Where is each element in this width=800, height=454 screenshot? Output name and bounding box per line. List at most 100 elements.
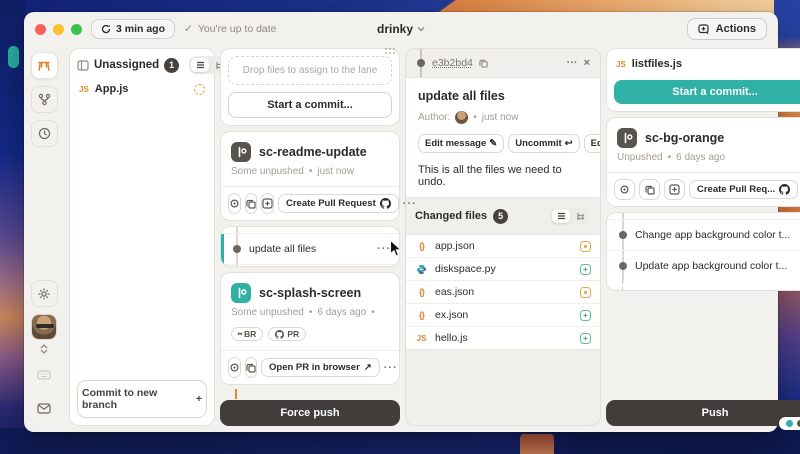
branches-tab-button[interactable]	[31, 86, 58, 113]
file-name: ex.json	[435, 309, 468, 321]
branch-actions: Create Pull Req... ···	[607, 172, 800, 206]
create-pr-label: Create Pull Req...	[697, 184, 775, 195]
start-commit-button[interactable]: Start a commit...	[614, 80, 800, 104]
wallpaper-left-band	[0, 0, 26, 454]
unassigned-title: Unassigned	[94, 59, 159, 71]
branch-more-button[interactable]: ···	[384, 362, 398, 374]
copy-branch-button[interactable]	[245, 193, 257, 214]
copy-sha-button[interactable]	[479, 59, 488, 68]
file-row[interactable]: {} app.json	[406, 235, 600, 257]
json-file-icon: {}	[415, 287, 428, 297]
history-tab-button[interactable]	[31, 120, 58, 147]
commit-to-new-branch-button[interactable]: Commit to new branch +	[77, 380, 207, 418]
project-switcher[interactable]: drinky	[377, 22, 425, 36]
sync-time-label: 3 min ago	[116, 23, 165, 35]
add-reviewer-button[interactable]	[261, 193, 274, 214]
commit-target-button[interactable]	[614, 179, 635, 200]
assigned-file-row[interactable]: JS listfiles.js +	[614, 56, 800, 73]
close-details-button[interactable]: ×	[584, 57, 590, 69]
unassigned-file-row[interactable]: JS App.js	[77, 74, 207, 99]
settings-button[interactable]	[31, 280, 58, 307]
force-push-button[interactable]: Force push	[220, 400, 400, 426]
user-avatar[interactable]	[31, 314, 57, 340]
uncommit-button[interactable]: Uncommit ↩	[508, 134, 579, 153]
copy-branch-button[interactable]	[639, 179, 660, 200]
sync-status-button[interactable]: 3 min ago	[91, 19, 175, 39]
unassigned-header: Unassigned 1	[77, 56, 207, 74]
push-button[interactable]: Push	[606, 400, 800, 426]
add-reviewer-button[interactable]	[664, 179, 685, 200]
profile-switcher-chevrons[interactable]	[40, 344, 48, 354]
create-pr-label: Create Pull Request	[286, 198, 376, 209]
branch-header[interactable]: sc-splash-screen	[221, 273, 399, 307]
branch-meta: Some unpushed • 6 days ago •	[221, 307, 399, 327]
branch-review-badge[interactable]: ▸◂ BR	[231, 327, 263, 341]
branch-name: sc-splash-screen	[259, 286, 361, 300]
actions-button[interactable]: Actions	[687, 18, 767, 40]
feedback-button[interactable]	[31, 395, 58, 422]
commit-action-buttons: Edit message ✎ Uncommit ↩ Edit commit	[418, 134, 588, 153]
edit-message-button[interactable]: Edit message ✎	[418, 134, 504, 153]
branch-card-readme: sc-readme-update Some unpushed • just no…	[220, 131, 400, 221]
branch-header[interactable]: sc-readme-update	[221, 132, 399, 166]
commit-row[interactable]: feat(app): Add second favicon to ...	[221, 264, 399, 267]
branch-push-state: Some unpushed	[231, 307, 304, 318]
create-pull-request-button[interactable]: Create Pull Request	[278, 194, 399, 213]
file-drop-zone[interactable]: Drop files to assign to the lane	[228, 56, 392, 85]
commit-message: Change app background color t...	[635, 229, 790, 241]
branch-push-state: Some unpushed	[231, 166, 304, 177]
commit-row[interactable]: Update app background color t...	[607, 250, 800, 281]
file-row[interactable]: diskspace.py +	[406, 257, 600, 280]
list-view-button[interactable]	[191, 58, 209, 72]
file-row[interactable]: {} eas.json	[406, 280, 600, 303]
update-status: ✓ You're up to date	[184, 23, 277, 35]
branch-header[interactable]: sc-bg-orange	[607, 118, 800, 152]
open-pr-label: Open PR in browser	[269, 362, 360, 373]
copy-branch-button[interactable]	[245, 357, 257, 378]
file-row[interactable]: {} ex.json +	[406, 303, 600, 326]
commit-target-button[interactable]	[228, 193, 241, 214]
zoom-window-button[interactable]	[71, 24, 82, 35]
branch-more-button[interactable]: ···	[403, 198, 417, 210]
file-row[interactable]: JS hello.js +	[406, 326, 600, 349]
commit-target-button[interactable]	[228, 357, 241, 378]
commit-time: just now	[482, 112, 519, 123]
modified-status-icon	[580, 287, 591, 298]
project-name: drinky	[377, 22, 413, 36]
lane-column-1: Drop files to assign to the lane Start a…	[220, 48, 400, 426]
author-label: Author:	[418, 112, 450, 123]
workspace-tab-button[interactable]	[31, 52, 58, 79]
open-pr-in-browser-button[interactable]: Open PR in browser ↗	[261, 358, 380, 377]
commit-row[interactable]: update all files ···	[221, 233, 399, 264]
lane-uncommitted-card: Drop files to assign to the lane Start a…	[220, 48, 400, 126]
branch-icon	[231, 283, 251, 303]
create-pull-request-button[interactable]: Create Pull Req...	[689, 180, 798, 199]
pr-badge-label: PR	[287, 329, 299, 339]
keyboard-icon	[37, 370, 51, 380]
update-status-label: You're up to date	[198, 23, 277, 35]
commit-sha-link[interactable]: e3b2bd4	[432, 57, 473, 69]
branch-time: 6 days ago	[676, 152, 725, 163]
commit-details-panel: e3b2bd4 ··· × update all files Author: •…	[405, 48, 601, 426]
keyboard-shortcuts-button[interactable]	[31, 361, 58, 388]
start-commit-button[interactable]: Start a commit...	[228, 92, 392, 118]
lane-drag-handle[interactable]	[384, 47, 397, 54]
gear-icon	[37, 287, 51, 301]
edit-commit-button[interactable]: Edit commit	[584, 134, 601, 153]
minimize-window-button[interactable]	[53, 24, 64, 35]
tree-view-button[interactable]	[571, 209, 589, 223]
commit-more-button[interactable]: ···	[567, 57, 578, 69]
wallpaper-bottom-accent	[520, 434, 554, 454]
added-status-icon: +	[580, 333, 591, 344]
list-view-button[interactable]	[552, 209, 570, 223]
lane-column-2: JS listfiles.js + Start a commit... sc-b…	[606, 48, 800, 426]
close-window-button[interactable]	[35, 24, 46, 35]
commit-dot	[233, 245, 241, 253]
pull-request-badge[interactable]: PR	[268, 327, 306, 341]
mouse-cursor	[389, 239, 404, 258]
window-controls	[35, 24, 82, 35]
changed-files-header: Changed files 5	[406, 198, 600, 234]
edit-commit-label: Edit commit	[591, 138, 601, 149]
commit-row[interactable]: Change app background color t...	[607, 219, 800, 250]
actions-icon	[698, 24, 710, 35]
